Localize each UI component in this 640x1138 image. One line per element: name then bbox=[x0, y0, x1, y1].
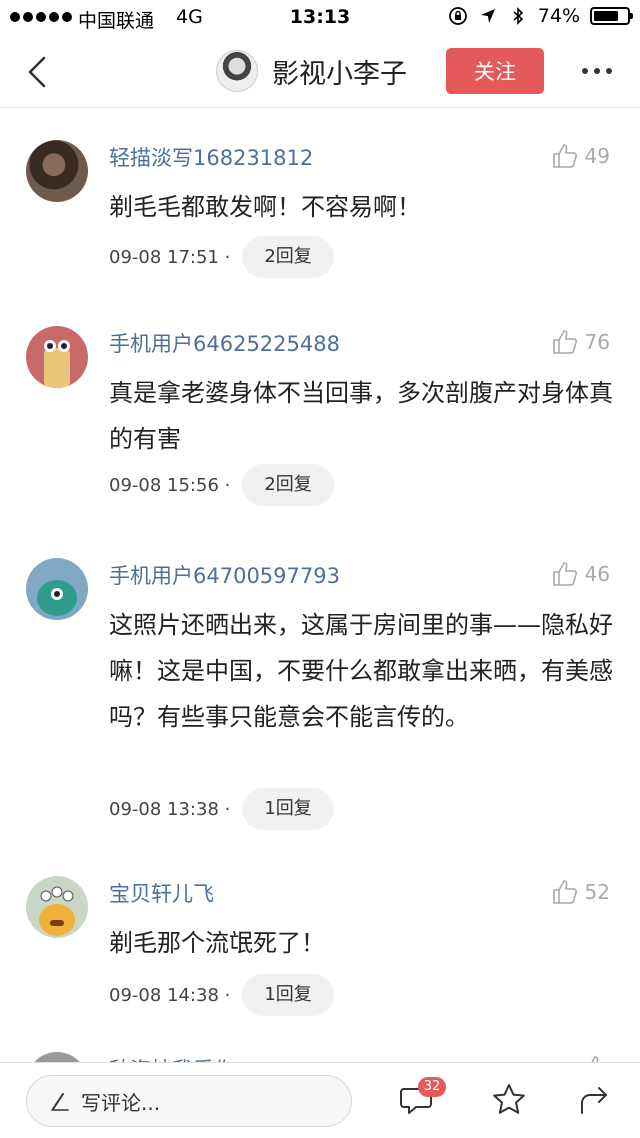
comment-text: 剃毛那个流氓死了！ bbox=[109, 929, 325, 957]
comment-timestamp: 09-08 14:38 · bbox=[109, 984, 231, 1006]
back-arrow-icon[interactable] bbox=[24, 54, 54, 90]
thumbs-up-icon bbox=[552, 880, 577, 904]
reply-count-button[interactable]: 2回复 bbox=[242, 464, 334, 506]
comment-item: 秋姿桔我爱你 bbox=[0, 1022, 640, 1062]
comment-item: 手机用户64700597793 46 这照片还晒出来，这属于房间里的事——隐私好… bbox=[0, 528, 640, 846]
battery-fill bbox=[594, 11, 618, 21]
share-icon[interactable] bbox=[576, 1081, 614, 1119]
user-avatar[interactable] bbox=[26, 140, 88, 202]
cartoon-avatar-icon bbox=[44, 340, 70, 388]
comment-username[interactable]: 手机用户64625225488 bbox=[109, 328, 340, 358]
comment-item: 手机用户64625225488 76 真是拿老婆身体不当回事，多次剖腹产对身体真… bbox=[0, 296, 640, 528]
cartoon-avatar-icon bbox=[39, 886, 75, 936]
favorite-star-icon[interactable] bbox=[490, 1081, 528, 1119]
status-bar: 中国联通 4G 13:13 74% bbox=[0, 0, 640, 36]
like-button[interactable] bbox=[582, 1054, 610, 1062]
like-button[interactable]: 52 bbox=[551, 878, 610, 906]
bluetooth-icon bbox=[513, 7, 523, 25]
comment-count-badge: 32 bbox=[418, 1077, 446, 1097]
like-count: 76 bbox=[584, 330, 610, 354]
like-button[interactable]: 46 bbox=[551, 560, 610, 588]
author-name[interactable]: 影视小李子 bbox=[272, 52, 407, 91]
comment-meta: 09-08 17:51 · 2回复 bbox=[109, 236, 334, 278]
comment-item: 轻描淡写168231812 49 剃毛毛都敢发啊！不容易啊！ 09-08 17:… bbox=[0, 110, 640, 296]
pencil-icon bbox=[51, 1093, 69, 1111]
thumbs-up-icon bbox=[552, 562, 577, 586]
more-options-icon[interactable] bbox=[582, 68, 612, 74]
thumbs-up-icon bbox=[552, 144, 577, 168]
follow-button[interactable]: 关注 bbox=[446, 48, 544, 94]
location-icon bbox=[480, 9, 495, 23]
battery-icon bbox=[590, 7, 633, 25]
reply-count-button[interactable]: 1回复 bbox=[242, 974, 334, 1016]
comment-username[interactable]: 轻描淡写168231812 bbox=[109, 142, 313, 172]
cartoon-avatar-icon bbox=[37, 580, 77, 616]
thumbs-up-icon bbox=[591, 1056, 599, 1062]
like-count: 52 bbox=[584, 880, 610, 904]
comment-list: 轻描淡写168231812 49 剃毛毛都敢发啊！不容易啊！ 09-08 17:… bbox=[0, 110, 640, 1062]
comment-username[interactable]: 手机用户64700597793 bbox=[109, 560, 340, 590]
comment-input-placeholder: 写评论... bbox=[81, 1090, 161, 1115]
user-avatar[interactable] bbox=[26, 1052, 88, 1062]
comment-username[interactable]: 秋姿桔我爱你 bbox=[109, 1054, 235, 1062]
battery-percentage: 74% bbox=[537, 5, 580, 27]
comment-text: 这照片还晒出来，这属于房间里的事——隐私好嘛！这是中国，不要什么都敢拿出来晒，有… bbox=[109, 611, 613, 731]
user-avatar[interactable] bbox=[26, 326, 88, 388]
like-count: 49 bbox=[584, 144, 610, 168]
bottom-toolbar: 写评论... 32 bbox=[0, 1062, 640, 1138]
like-button[interactable]: 49 bbox=[551, 142, 610, 170]
reply-count-button[interactable]: 2回复 bbox=[242, 236, 334, 278]
write-comment-input[interactable]: 写评论... bbox=[26, 1075, 352, 1127]
author-avatar[interactable] bbox=[216, 50, 258, 92]
comment-username[interactable]: 宝贝轩儿飞 bbox=[109, 878, 214, 908]
rotation-lock-icon bbox=[448, 7, 467, 25]
comment-timestamp: 09-08 13:38 · bbox=[109, 798, 231, 820]
thumbs-up-icon bbox=[552, 330, 577, 354]
like-count: 46 bbox=[584, 562, 610, 586]
reply-count-button[interactable]: 1回复 bbox=[242, 788, 334, 830]
author-info[interactable]: 影视小李子 bbox=[216, 50, 407, 92]
comment-timestamp: 09-08 15:56 · bbox=[109, 474, 231, 496]
comment-text: 真是拿老婆身体不当回事，多次剖腹产对身体真的有害 bbox=[109, 379, 613, 453]
nav-bar: 影视小李子 关注 bbox=[0, 36, 640, 108]
comment-meta: 09-08 14:38 · 1回复 bbox=[109, 974, 334, 1016]
user-avatar[interactable] bbox=[26, 876, 88, 938]
comment-meta: 09-08 13:38 · 1回复 bbox=[109, 788, 334, 830]
comment-text: 剃毛毛都敢发啊！不容易啊！ bbox=[109, 193, 421, 221]
user-avatar[interactable] bbox=[26, 558, 88, 620]
comment-meta: 09-08 15:56 · 2回复 bbox=[109, 464, 334, 506]
comment-item: 宝贝轩儿飞 52 剃毛那个流氓死了！ 09-08 14:38 · 1回复 bbox=[0, 846, 640, 1032]
like-button[interactable]: 76 bbox=[551, 328, 610, 356]
comment-timestamp: 09-08 17:51 · bbox=[109, 246, 231, 268]
